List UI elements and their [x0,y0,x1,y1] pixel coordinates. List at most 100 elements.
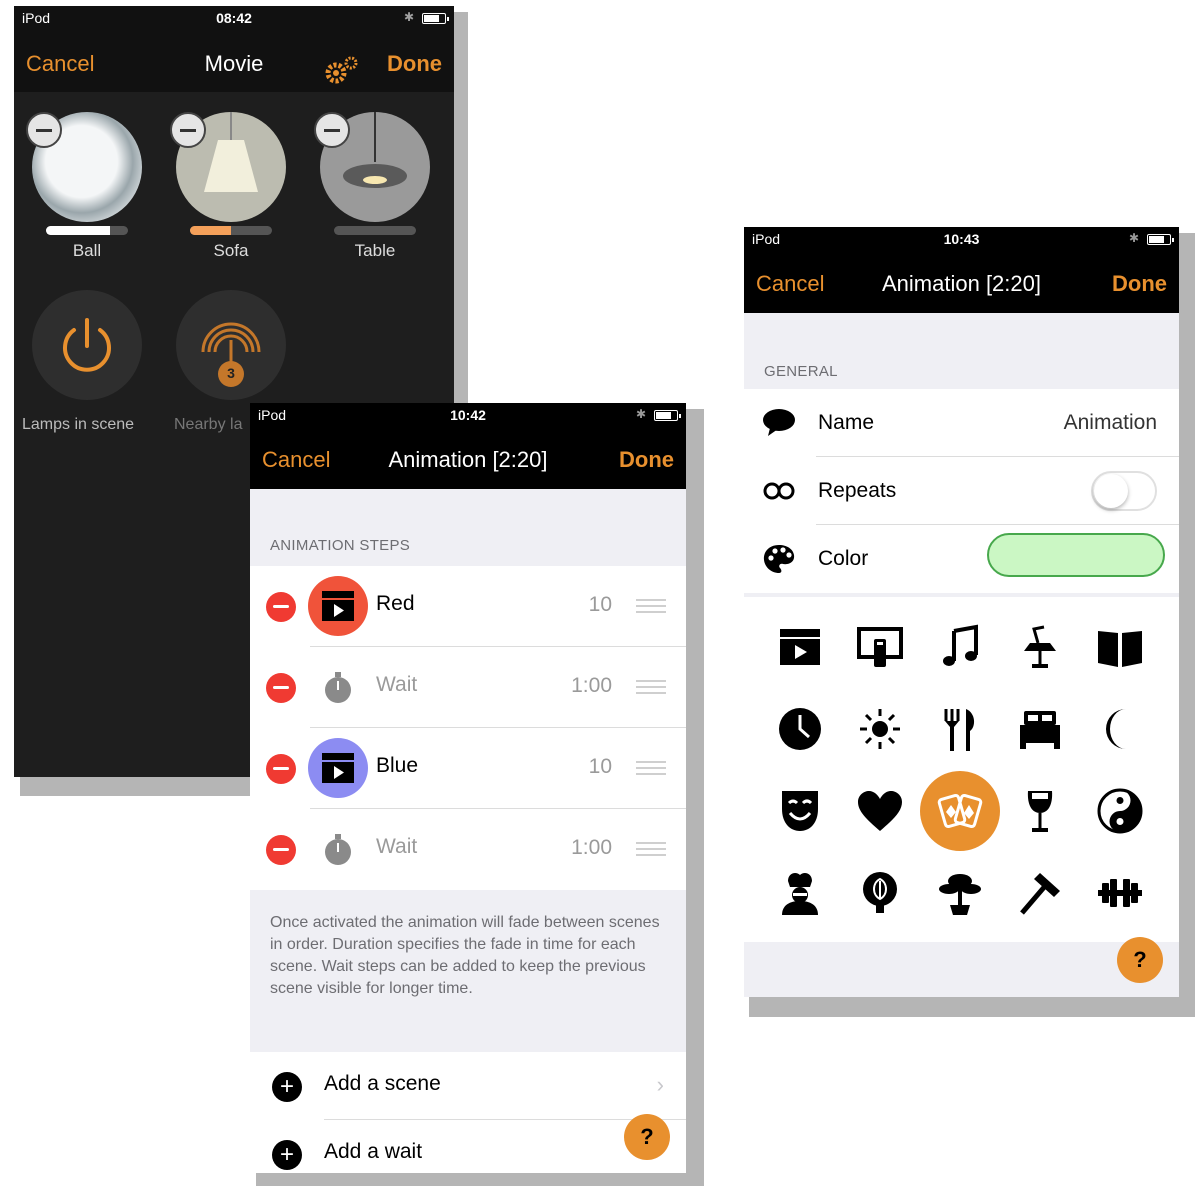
lamps-in-scene-label: Lamps in scene [22,416,135,433]
animation-step-row[interactable]: Wait 1:00 [250,809,686,890]
brightness-fill [46,226,110,235]
sun-icon[interactable] [840,689,920,769]
stopwatch-icon [308,657,368,717]
color-swatch[interactable] [987,533,1165,577]
heart-icon[interactable] [840,771,920,851]
lamp-tile-table[interactable]: Table [314,112,430,262]
delete-step-button[interactable] [266,835,296,865]
brightness-fill [190,226,231,235]
nav-bar: Cancel Animation [2:20] Done [250,431,686,489]
music-note-icon[interactable] [920,607,1000,687]
remove-lamp-ball-button[interactable] [26,112,62,148]
reorder-handle-icon[interactable] [636,761,666,775]
brightness-bar-ball[interactable] [46,226,128,235]
book-icon[interactable] [1080,607,1160,687]
battery-icon [1147,234,1174,245]
power-icon [63,318,111,372]
name-label: Name [818,411,875,434]
reorder-handle-icon[interactable] [636,599,666,613]
lamps-in-scene-button[interactable] [32,290,142,400]
done-button[interactable]: Done [387,36,442,92]
add-scene-label: Add a scene [324,1072,441,1095]
reorder-handle-icon[interactable] [636,842,666,856]
animation-step-row[interactable]: Wait 1:00 [250,647,686,728]
step-name: Blue [376,754,419,777]
repeats-row: Repeats [744,457,1179,525]
battery-icon [422,13,449,24]
nearby-count-badge: 3 [227,365,235,381]
help-button[interactable]: ? [624,1114,670,1160]
lamp-tile-sofa[interactable]: Sofa [170,112,286,262]
bluetooth-icon: ✱ [635,407,646,421]
add-wait-row[interactable]: + Add a wait [250,1120,686,1173]
repeats-toggle[interactable] [1091,471,1157,511]
lamp-label: Ball [72,241,102,260]
step-duration[interactable]: 1:00 [571,674,612,698]
delete-step-button[interactable] [266,592,296,622]
theater-mask-icon[interactable] [760,771,840,851]
delete-step-button[interactable] [266,754,296,784]
lamp-label: Sofa [213,241,249,260]
name-row[interactable]: Name Animation [744,389,1179,457]
cards-icon[interactable] [920,771,1000,851]
color-row: Color [744,525,1179,593]
tv-remote-icon[interactable] [840,607,920,687]
animation-help-text: Once activated the animation will fade b… [270,914,660,997]
status-bar: iPod 10:42 ✱ [250,403,686,431]
color-label: Color [818,547,869,570]
settings-gears-icon[interactable] [324,50,360,84]
moon-icon[interactable] [1080,689,1160,769]
step-name: Wait [376,835,418,858]
bed-icon[interactable] [1000,689,1080,769]
nearby-lamps-label: Nearby la [174,416,243,433]
clock-icon[interactable] [760,689,840,769]
help-button[interactable]: ? [1117,937,1163,983]
animation-step-row[interactable]: Red 10 [250,566,686,647]
done-button[interactable]: Done [619,431,674,489]
add-scene-row[interactable]: + Add a scene › [250,1052,686,1120]
tree-icon[interactable] [840,853,920,933]
animation-general-screen: iPod 10:43 ✱ Cancel Animation [2:20] Don… [744,227,1179,997]
animation-step-row[interactable]: Blue 10 [250,728,686,809]
dumbbell-icon[interactable] [1080,853,1160,933]
section-header-general: GENERAL [764,363,838,380]
speech-bubble-icon [762,408,796,438]
scene-step-icon [308,576,368,636]
wine-glass-icon[interactable] [1000,771,1080,851]
done-button[interactable]: Done [1112,255,1167,313]
step-name: Red [376,592,415,615]
scene-step-icon [308,738,368,798]
step-duration[interactable]: 10 [589,755,612,779]
delete-step-button[interactable] [266,673,296,703]
step-duration[interactable]: 10 [589,593,612,617]
step-duration[interactable]: 1:00 [571,836,612,860]
status-bar: iPod 08:42 ✱ [14,6,454,36]
lamp-label: Table [354,241,396,260]
reorder-handle-icon[interactable] [636,680,666,694]
status-time: 10:43 [943,231,980,247]
remove-lamp-sofa-button[interactable] [170,112,206,148]
clapperboard-icon[interactable] [760,607,840,687]
icon-picker-grid [744,597,1179,942]
status-time: 08:42 [216,10,252,26]
chef-icon[interactable] [760,853,840,933]
hammer-icon[interactable] [1000,853,1080,933]
lamp-icon[interactable] [1000,607,1080,687]
nearby-lamps-button[interactable]: 3 [176,290,286,400]
bluetooth-icon: ✱ [403,10,414,24]
chevron-right-icon: › [656,1072,664,1097]
nav-bar: Cancel Animation [2:20] Done [744,255,1179,313]
status-time: 10:42 [450,407,486,423]
animation-steps-screen: iPod 10:42 ✱ Cancel Animation [2:20] Don… [250,403,686,1173]
step-name: Wait [376,673,418,696]
status-bar: iPod 10:43 ✱ [744,227,1179,255]
bonsai-icon[interactable] [920,853,1000,933]
brightness-bar-table[interactable] [334,226,416,235]
name-value[interactable]: Animation [1064,411,1157,435]
remove-lamp-table-button[interactable] [314,112,350,148]
lamp-tile-ball[interactable]: Ball [26,112,142,262]
nav-bar: Cancel Movie Done [14,36,454,92]
yin-yang-icon[interactable] [1080,771,1160,851]
brightness-bar-sofa[interactable] [190,226,272,235]
fork-knife-icon[interactable] [920,689,1000,769]
